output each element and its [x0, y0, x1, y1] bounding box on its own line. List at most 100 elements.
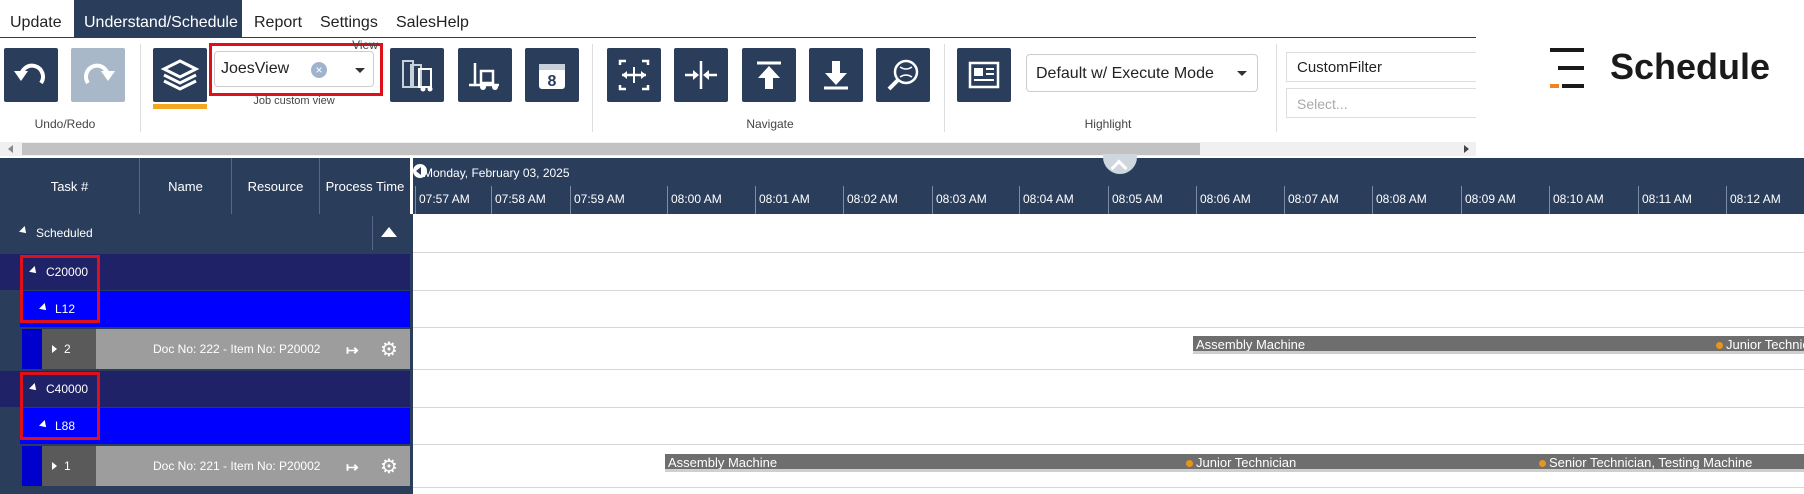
report-view-button[interactable] [957, 48, 1011, 102]
calendar-icon: 8 [539, 64, 565, 90]
timeline-date-label: Monday, February 03, 2025 [423, 166, 570, 180]
timeline-tick-line [1019, 186, 1020, 214]
arrow-to-line-icon[interactable]: ↦ [346, 458, 359, 476]
scroll-left-icon[interactable] [8, 145, 13, 153]
column-header-name[interactable]: Name [140, 158, 232, 214]
task-number: 1 [64, 459, 71, 473]
redo-button[interactable] [71, 48, 125, 102]
brand-logo-icon [1548, 46, 1588, 90]
timeline-tick-line [932, 186, 933, 214]
column-header-process-time[interactable]: Process Time [320, 158, 410, 214]
timeline-tick-label: 08:02 AM [847, 192, 898, 206]
active-view-indicator [153, 104, 207, 109]
task-doc: Doc No: 221 - Item No: P20002 [153, 459, 321, 473]
timeline-tick-label: 08:12 AM [1730, 192, 1781, 206]
custom-filter-input[interactable]: Select... [1286, 88, 1476, 118]
calendar-button[interactable]: 8 [525, 48, 579, 102]
timeline-tick-label: 08:01 AM [759, 192, 810, 206]
grid-header: Task # Name Resource Process Time [0, 158, 410, 214]
gear-icon[interactable]: ⚙ [380, 454, 398, 479]
task-bar[interactable]: Assembly Machine [1193, 336, 1723, 354]
collapse-horizontal-button[interactable] [674, 48, 728, 102]
arrow-down-icon [824, 61, 848, 90]
forklift-group-icon [402, 60, 433, 92]
group-label: Scheduled [36, 226, 93, 240]
column-header-task[interactable]: Task # [0, 158, 140, 214]
menu-bar: Update Understand/Schedule Report Settin… [0, 0, 1476, 38]
task-bar-label: Senior Technician, Testing Machine [1549, 455, 1753, 470]
timeline-tick-line [1549, 186, 1550, 214]
group-row-scheduled[interactable]: Scheduled [0, 214, 410, 252]
forklift-button[interactable] [458, 48, 512, 102]
find-button[interactable] [876, 48, 930, 102]
resources-view-button[interactable] [390, 48, 444, 102]
brand-name: Schedule [1610, 46, 1771, 87]
ribbon: Undo/Redo JoesView × Job custom view 8 V… [0, 38, 1476, 140]
collapse-icon [19, 226, 29, 236]
timeline-tick-line [1461, 186, 1462, 214]
task-bar-label: Assembly Machine [668, 455, 778, 470]
task-bar[interactable]: Senior Technician, Testing Machine [1546, 454, 1804, 472]
gear-icon[interactable]: ⚙ [380, 337, 398, 362]
search-globe-icon [887, 59, 919, 91]
timeline-tick-label: 08:05 AM [1112, 192, 1163, 206]
scroll-to-top-button[interactable] [742, 48, 796, 102]
scroll-right-icon[interactable] [1464, 145, 1469, 153]
task-bar-label: Assembly Machine [1196, 337, 1306, 352]
timeline-tick-line [1638, 186, 1639, 214]
timeline-tick-label: 08:03 AM [936, 192, 987, 206]
task-row[interactable]: 1 Doc No: 221 - Item No: P20002 ↦ ⚙ [22, 446, 410, 486]
scrollbar-thumb[interactable] [22, 143, 1200, 155]
timeline-date-clip: Monday, February 03, 2025 [423, 166, 623, 182]
arrow-up-icon [757, 61, 781, 89]
task-row[interactable]: 2 Doc No: 222 - Item No: P20002 ↦ ⚙ [22, 329, 410, 369]
expand-icon[interactable] [52, 462, 57, 470]
column-header-resource-label: Resource [247, 178, 304, 194]
highlight-select[interactable]: Default w/ Execute Mode [1026, 54, 1258, 92]
timeline-tick-line [1284, 186, 1285, 214]
chevron-left-icon [416, 167, 421, 175]
task-bar[interactable]: Junior Technician [1723, 336, 1804, 354]
menu-saleshelp[interactable]: SalesHelp [386, 0, 479, 38]
menu-report[interactable]: Report [244, 0, 312, 38]
menu-understand-schedule[interactable]: Understand/Schedule [74, 0, 242, 38]
chevron-down-icon[interactable] [1237, 71, 1247, 76]
group-label-navigate: Navigate [746, 117, 794, 131]
svg-text:8: 8 [548, 73, 557, 90]
task-number: 2 [64, 342, 71, 356]
arrow-to-line-icon[interactable]: ↦ [346, 341, 359, 359]
undo-icon [14, 63, 45, 85]
ribbon-scrollbar[interactable] [0, 142, 1476, 156]
group-label-view: View [352, 38, 378, 52]
timeline-tick-line [1196, 186, 1197, 214]
redo-icon [84, 63, 115, 85]
fit-to-screen-button[interactable] [607, 48, 661, 102]
custom-filter-label: CustomFilter [1286, 52, 1476, 82]
menu-settings[interactable]: Settings [310, 0, 388, 38]
timeline-tick-label: 08:06 AM [1200, 192, 1251, 206]
timeline-tick-label: 08:07 AM [1288, 192, 1339, 206]
timeline-tick-label: 08:11 AM [1642, 192, 1692, 206]
menu-update[interactable]: Update [0, 0, 72, 38]
expand-icon[interactable] [52, 345, 57, 353]
newspaper-icon [968, 61, 1000, 89]
task-bar[interactable]: Junior Technician [1193, 454, 1546, 472]
layers-button[interactable] [153, 48, 207, 102]
timeline-tick-label: 08:00 AM [671, 192, 722, 206]
collapse-horizontal-icon [685, 61, 717, 89]
task-doc: Doc No: 222 - Item No: P20002 [153, 342, 321, 356]
undo-button[interactable] [4, 48, 58, 102]
link-dot [1539, 460, 1546, 467]
task-bar[interactable]: Assembly Machine [665, 454, 1193, 472]
timeline-tick-label: 08:10 AM [1553, 192, 1604, 206]
column-header-resource[interactable]: Resource [232, 158, 320, 214]
c20000-highlight [20, 255, 100, 323]
timeline-tick-line [1372, 186, 1373, 214]
task-bar-label: Junior Technician [1726, 337, 1804, 352]
column-header-name-label: Name [168, 178, 203, 194]
timeline-tick-line [843, 186, 844, 214]
link-dot [1186, 460, 1193, 467]
timeline-tick-label: 07:59 AM [574, 192, 625, 206]
timeline-header: Monday, February 03, 2025 07:57 AM 07:58 … [413, 154, 1804, 214]
scroll-to-bottom-button[interactable] [809, 48, 863, 102]
